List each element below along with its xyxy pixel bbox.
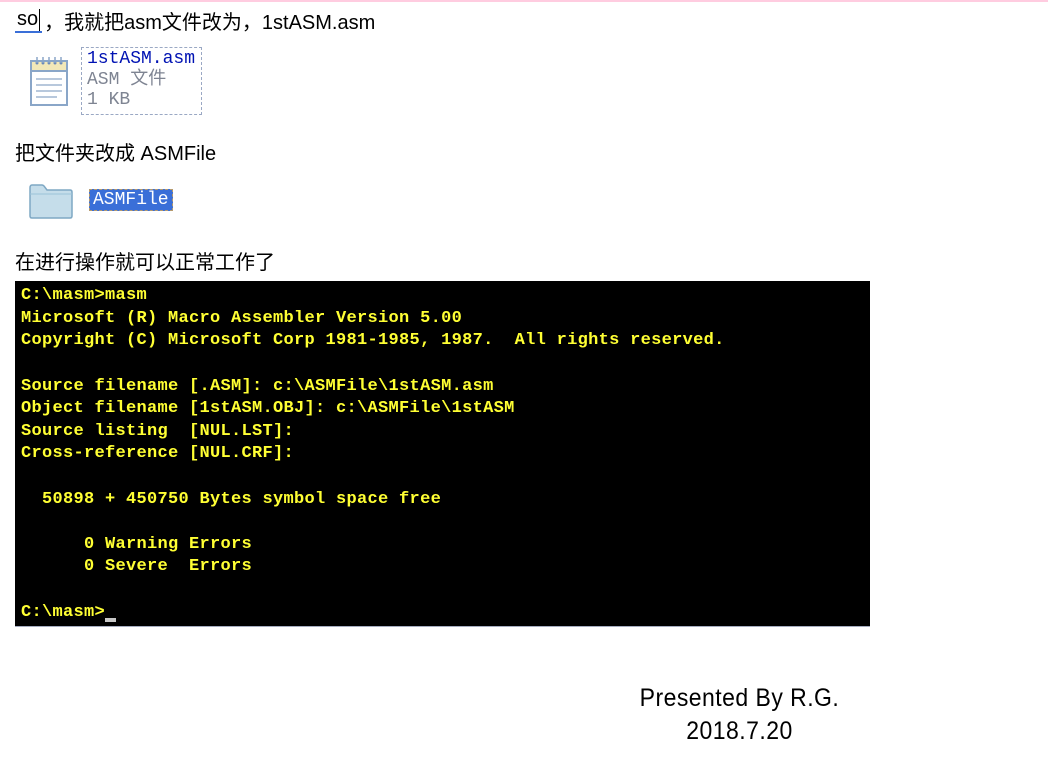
term-l7: Cross-reference [NUL.CRF]: xyxy=(21,444,294,463)
term-l14: C:\masm> xyxy=(21,603,105,622)
asm-file-details[interactable]: 1stASM.asm ASM 文件 1 KB xyxy=(81,47,202,115)
text-cursor xyxy=(39,9,40,31)
asm-filename: 1stASM.asm xyxy=(87,49,195,70)
notepad-file-icon xyxy=(27,53,71,109)
asm-file-row: 1stASM.asm ASM 文件 1 KB xyxy=(27,47,1033,115)
intro-rest: ，我就把asm文件改为，1stASM.asm xyxy=(44,6,375,35)
terminal-window: C:\masm>masm Microsoft (R) Macro Assembl… xyxy=(15,281,870,627)
term-l1: Microsoft (R) Macro Assembler Version 5.… xyxy=(21,309,462,328)
folder-row: ASMFile xyxy=(27,180,1033,220)
footer-presented: Presented By R.G. xyxy=(640,682,840,716)
term-l9: 50898 + 450750 Bytes symbol space free xyxy=(21,490,441,509)
footer: Presented By R.G. 2018.7.20 xyxy=(640,682,840,750)
term-l2: Copyright (C) Microsoft Corp 1981-1985, … xyxy=(21,331,725,350)
folder-icon xyxy=(27,180,75,220)
asm-filesize: 1 KB xyxy=(87,90,195,111)
terminal-output: C:\masm>masm Microsoft (R) Macro Assembl… xyxy=(15,281,870,626)
so-text: so xyxy=(17,8,38,30)
intro-line-2: 把文件夹改成 ASMFile xyxy=(15,137,1033,166)
editing-text[interactable]: so xyxy=(15,8,42,33)
footer-date: 2018.7.20 xyxy=(640,715,840,749)
term-l0: C:\masm>masm xyxy=(21,286,147,305)
term-l6: Source listing [NUL.LST]: xyxy=(21,422,294,441)
term-l12: 0 Severe Errors xyxy=(21,557,252,576)
folder-name-selected[interactable]: ASMFile xyxy=(89,189,173,211)
term-l5: Object filename [1stASM.OBJ]: c:\ASMFile… xyxy=(21,399,515,418)
terminal-cursor xyxy=(105,618,116,622)
term-l4: Source filename [.ASM]: c:\ASMFile\1stAS… xyxy=(21,377,494,396)
term-l11: 0 Warning Errors xyxy=(21,535,252,554)
intro-line-1: so ，我就把asm文件改为，1stASM.asm xyxy=(15,6,1033,35)
intro-line-3: 在进行操作就可以正常工作了 xyxy=(15,246,1033,275)
asm-filetype: ASM 文件 xyxy=(87,70,195,91)
